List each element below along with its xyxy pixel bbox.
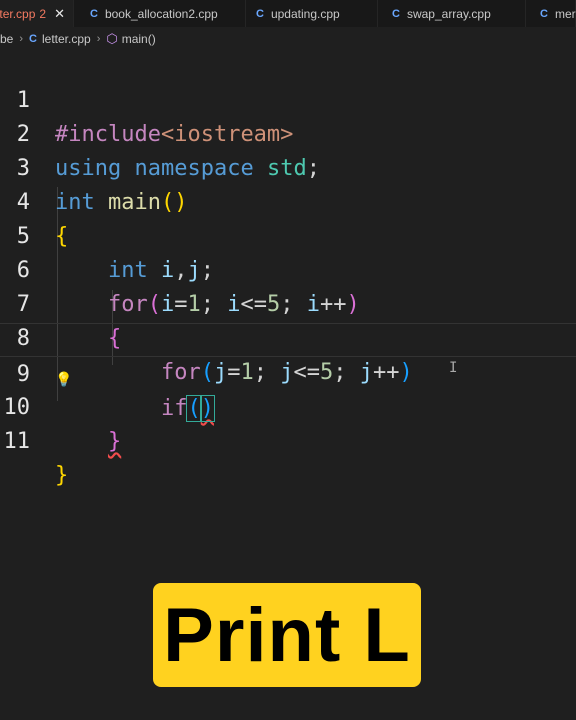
tab-label: updating.cpp xyxy=(270,6,340,21)
code-line[interactable]: 3 int main() xyxy=(0,118,576,215)
cpp-file-icon: C xyxy=(392,7,400,20)
tab-label: ter.cpp xyxy=(0,6,36,21)
tab-swap-array[interactable]: C swap_array.cpp xyxy=(378,0,526,27)
chevron-right-icon: › xyxy=(19,33,24,45)
cube-icon: ⬡ xyxy=(106,31,118,46)
lightbulb-icon[interactable]: 💡 xyxy=(55,372,72,388)
tab-updating[interactable]: C updating.cpp xyxy=(246,0,378,27)
cpp-file-icon: C xyxy=(256,7,264,20)
tab-book-allocation2[interactable]: C book_allocation2.cpp xyxy=(74,0,246,27)
tab-label: swap_array.cpp xyxy=(406,6,491,21)
code-line[interactable]: 11 } xyxy=(0,391,576,488)
line-content: } xyxy=(55,463,69,488)
code-line[interactable]: 7 { xyxy=(0,254,576,351)
title-banner: Print L xyxy=(153,583,421,687)
text-cursor-icon: I xyxy=(449,360,458,376)
code-editor[interactable]: 1 #include<iostream> 2 using namespace s… xyxy=(0,50,576,488)
breadcrumb-root[interactable]: be xyxy=(0,32,13,46)
cpp-file-icon: C xyxy=(90,7,98,20)
code-line-current[interactable]: 9 if() xyxy=(0,323,576,422)
breadcrumb: be › C letter.cpp › ⬡ main() xyxy=(0,28,576,50)
code-line[interactable]: 2 using namespace std; xyxy=(0,84,576,181)
tab-label: merg xyxy=(554,6,576,21)
chevron-right-icon: › xyxy=(96,33,101,45)
code-line[interactable]: 1 #include<iostream> xyxy=(0,50,576,147)
code-line[interactable]: 8 for(j=1; j<=5; j++) xyxy=(0,288,576,385)
tab-merg[interactable]: C merg xyxy=(526,0,576,27)
breadcrumb-symbol[interactable]: main() xyxy=(122,32,156,46)
tab-problem-count: 2 xyxy=(39,6,47,21)
breadcrumb-file[interactable]: letter.cpp xyxy=(42,32,91,46)
tab-letter-cpp[interactable]: ter.cpp 2 ✕ xyxy=(0,0,74,27)
banner-text: Print L xyxy=(163,592,411,678)
code-line[interactable]: 4 { xyxy=(0,152,576,249)
line-content: } xyxy=(107,429,122,454)
code-line[interactable]: 5 int i,j; xyxy=(0,186,576,283)
cpp-file-icon: C xyxy=(29,33,37,45)
code-line[interactable]: 10 } xyxy=(0,357,576,454)
close-icon[interactable]: ✕ xyxy=(54,6,65,22)
line-number: 11 xyxy=(3,429,31,454)
tab-label: book_allocation2.cpp xyxy=(104,6,218,21)
tab-bar: ter.cpp 2 ✕ C book_allocation2.cpp C upd… xyxy=(0,0,576,27)
code-line[interactable]: 6 for(i=1; i<=5; i++) xyxy=(0,220,576,317)
cpp-file-icon: C xyxy=(540,7,548,20)
